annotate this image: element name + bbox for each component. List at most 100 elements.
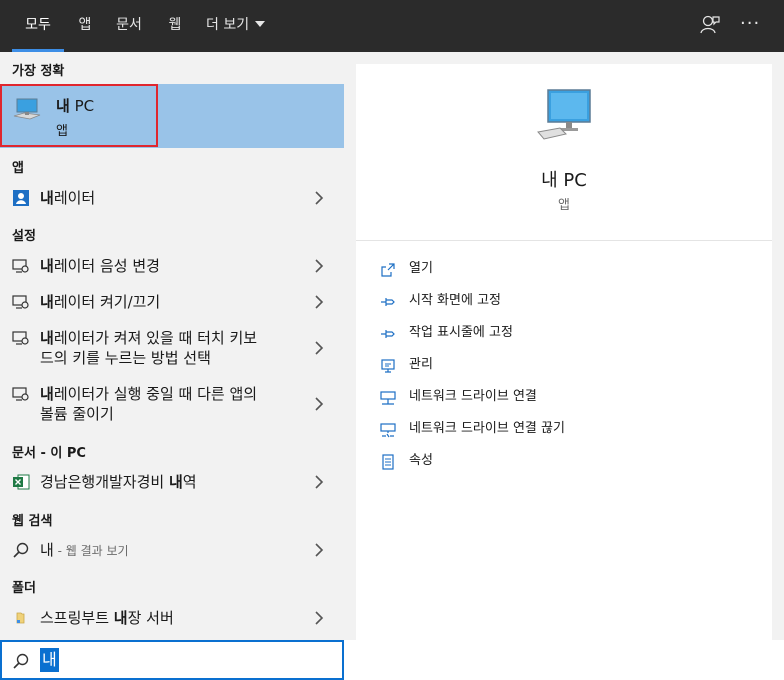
detail-divider [356, 240, 772, 241]
section-folders: 폴더 [12, 581, 36, 596]
narrator-icon [12, 189, 30, 207]
result-label-rest: 레이터 켜기/끄기 [53, 293, 161, 311]
result-label-bold: 내 [40, 293, 54, 311]
chevron-right-icon[interactable] [314, 258, 324, 274]
search-input[interactable]: 내 [0, 640, 344, 680]
search-top-bar: 모두 앱 문서 웹 더 보기 ··· [0, 0, 784, 52]
result-label: 내레이터 [40, 188, 95, 208]
chevron-right-icon[interactable] [314, 396, 324, 412]
action-disconnect-network-drive[interactable]: 네트워크 드라이브 연결 끊기 [356, 418, 772, 444]
section-best-match: 가장 정확 [12, 64, 65, 79]
properties-icon [380, 454, 396, 470]
result-label-line2: 드의 키를 누르는 방법 선택 [40, 349, 211, 367]
chevron-right-icon[interactable] [314, 340, 324, 356]
pin-icon [380, 294, 396, 310]
chevron-right-icon[interactable] [314, 610, 324, 626]
computer-icon [536, 88, 594, 146]
action-label: 네트워크 드라이브 연결 [409, 389, 537, 404]
action-map-network-drive[interactable]: 네트워크 드라이브 연결 [356, 386, 772, 412]
result-label: 내레이터가 실행 중일 때 다른 앱의볼륨 줄이기 [40, 384, 257, 424]
chevron-right-icon[interactable] [314, 190, 324, 206]
detail-title: 내 PC [541, 170, 587, 191]
result-folder[interactable]: 스프링부트 내장 서버 [0, 600, 344, 636]
result-narrator-keys[interactable]: 내레이터가 켜져 있을 때 터치 키보드의 키를 누르는 방법 선택 [0, 320, 344, 376]
result-label: 내 - 웹 결과 보기 [40, 540, 129, 561]
action-pin-start[interactable]: 시작 화면에 고정 [356, 290, 772, 316]
result-web-term: 내 [40, 541, 54, 559]
result-label-bold: 내 [40, 329, 54, 347]
more-options-icon[interactable]: ··· [740, 14, 764, 38]
excel-icon [12, 473, 30, 491]
manage-icon [380, 358, 396, 374]
computer-icon [12, 96, 42, 126]
tab-documents[interactable]: 문서 [114, 0, 144, 52]
result-label: 내레이터 켜기/끄기 [40, 292, 160, 312]
result-label: 내레이터가 켜져 있을 때 터치 키보드의 키를 누르는 방법 선택 [40, 328, 257, 368]
action-properties[interactable]: 속성 [356, 450, 772, 476]
result-label-rest: 레이터가 켜져 있을 때 터치 키보 [53, 329, 258, 347]
tab-more-label: 더 보기 [206, 17, 250, 33]
result-narrator-voice[interactable]: 내레이터 음성 변경 [0, 248, 344, 284]
result-label: 내레이터 음성 변경 [40, 256, 160, 276]
result-label-pre: 스프링부트 [40, 609, 114, 627]
result-label-pre: 경남은행개발자경비 [40, 473, 169, 491]
search-query[interactable]: 내 [40, 648, 59, 672]
result-label-rest: 레이터 [53, 189, 96, 207]
action-label: 관리 [409, 357, 433, 372]
result-web-search[interactable]: 내 - 웹 결과 보기 [0, 532, 344, 568]
tab-more[interactable]: 더 보기 [206, 0, 272, 52]
result-label: 스프링부트 내장 서버 [40, 608, 174, 628]
settings-narrator-icon [12, 257, 30, 275]
network-drive-icon [380, 422, 396, 438]
result-label-line2: 볼륨 줄이기 [40, 405, 114, 423]
tab-web[interactable]: 웹 [166, 0, 184, 52]
settings-narrator-icon [12, 329, 30, 347]
result-web-suffix: - 웹 결과 보기 [53, 544, 129, 558]
search-icon [12, 541, 30, 559]
action-label: 작업 표시줄에 고정 [409, 325, 513, 340]
result-label: 경남은행개발자경비 내역 [40, 472, 197, 492]
result-label-bold: 내 [40, 189, 54, 207]
section-web: 웹 검색 [12, 514, 53, 529]
action-pin-taskbar[interactable]: 작업 표시줄에 고정 [356, 322, 772, 348]
detail-panel [356, 64, 772, 640]
result-label-rest: 레이터가 실행 중일 때 다른 앱의 [53, 385, 258, 403]
action-label: 열기 [409, 261, 433, 276]
chevron-down-icon [255, 21, 266, 27]
result-label-post: 장 서버 [127, 609, 174, 627]
result-label-bold: 내 [40, 385, 54, 403]
tab-all[interactable]: 모두 [12, 0, 64, 52]
best-match-title-bold: 내 [56, 97, 70, 115]
result-narrator[interactable]: 내레이터 [0, 180, 344, 216]
result-label-bold: 내 [168, 473, 183, 491]
result-label-post: 역 [182, 473, 197, 491]
chevron-right-icon[interactable] [314, 542, 324, 558]
settings-narrator-icon [12, 385, 30, 403]
feedback-icon[interactable] [699, 14, 723, 38]
open-icon [380, 262, 396, 278]
search-icon [12, 652, 30, 670]
action-label: 네트워크 드라이브 연결 끊기 [409, 421, 565, 436]
network-drive-icon [380, 390, 396, 406]
action-label: 속성 [409, 453, 433, 468]
result-narrator-toggle[interactable]: 내레이터 켜기/끄기 [0, 284, 344, 320]
action-manage[interactable]: 관리 [356, 354, 772, 380]
section-apps: 앱 [12, 161, 24, 176]
best-match-title-rest: PC [69, 97, 95, 115]
action-label: 시작 화면에 고정 [409, 293, 501, 308]
best-match-subtitle: 앱 [56, 124, 68, 139]
result-label-bold: 내 [40, 257, 54, 275]
chevron-right-icon[interactable] [314, 294, 324, 310]
folder-icon [12, 609, 30, 627]
settings-narrator-icon [12, 293, 30, 311]
tab-apps[interactable]: 앱 [76, 0, 94, 52]
result-label-rest: 레이터 음성 변경 [53, 257, 160, 275]
result-document[interactable]: 경남은행개발자경비 내역 [0, 464, 344, 500]
action-open[interactable]: 열기 [356, 258, 772, 284]
result-label-bold: 내 [113, 609, 128, 627]
result-narrator-running[interactable]: 내레이터가 실행 중일 때 다른 앱의볼륨 줄이기 [0, 376, 344, 432]
chevron-right-icon[interactable] [314, 474, 324, 490]
detail-subtitle: 앱 [558, 198, 570, 213]
section-settings: 설정 [12, 229, 36, 244]
pin-icon [380, 326, 396, 342]
